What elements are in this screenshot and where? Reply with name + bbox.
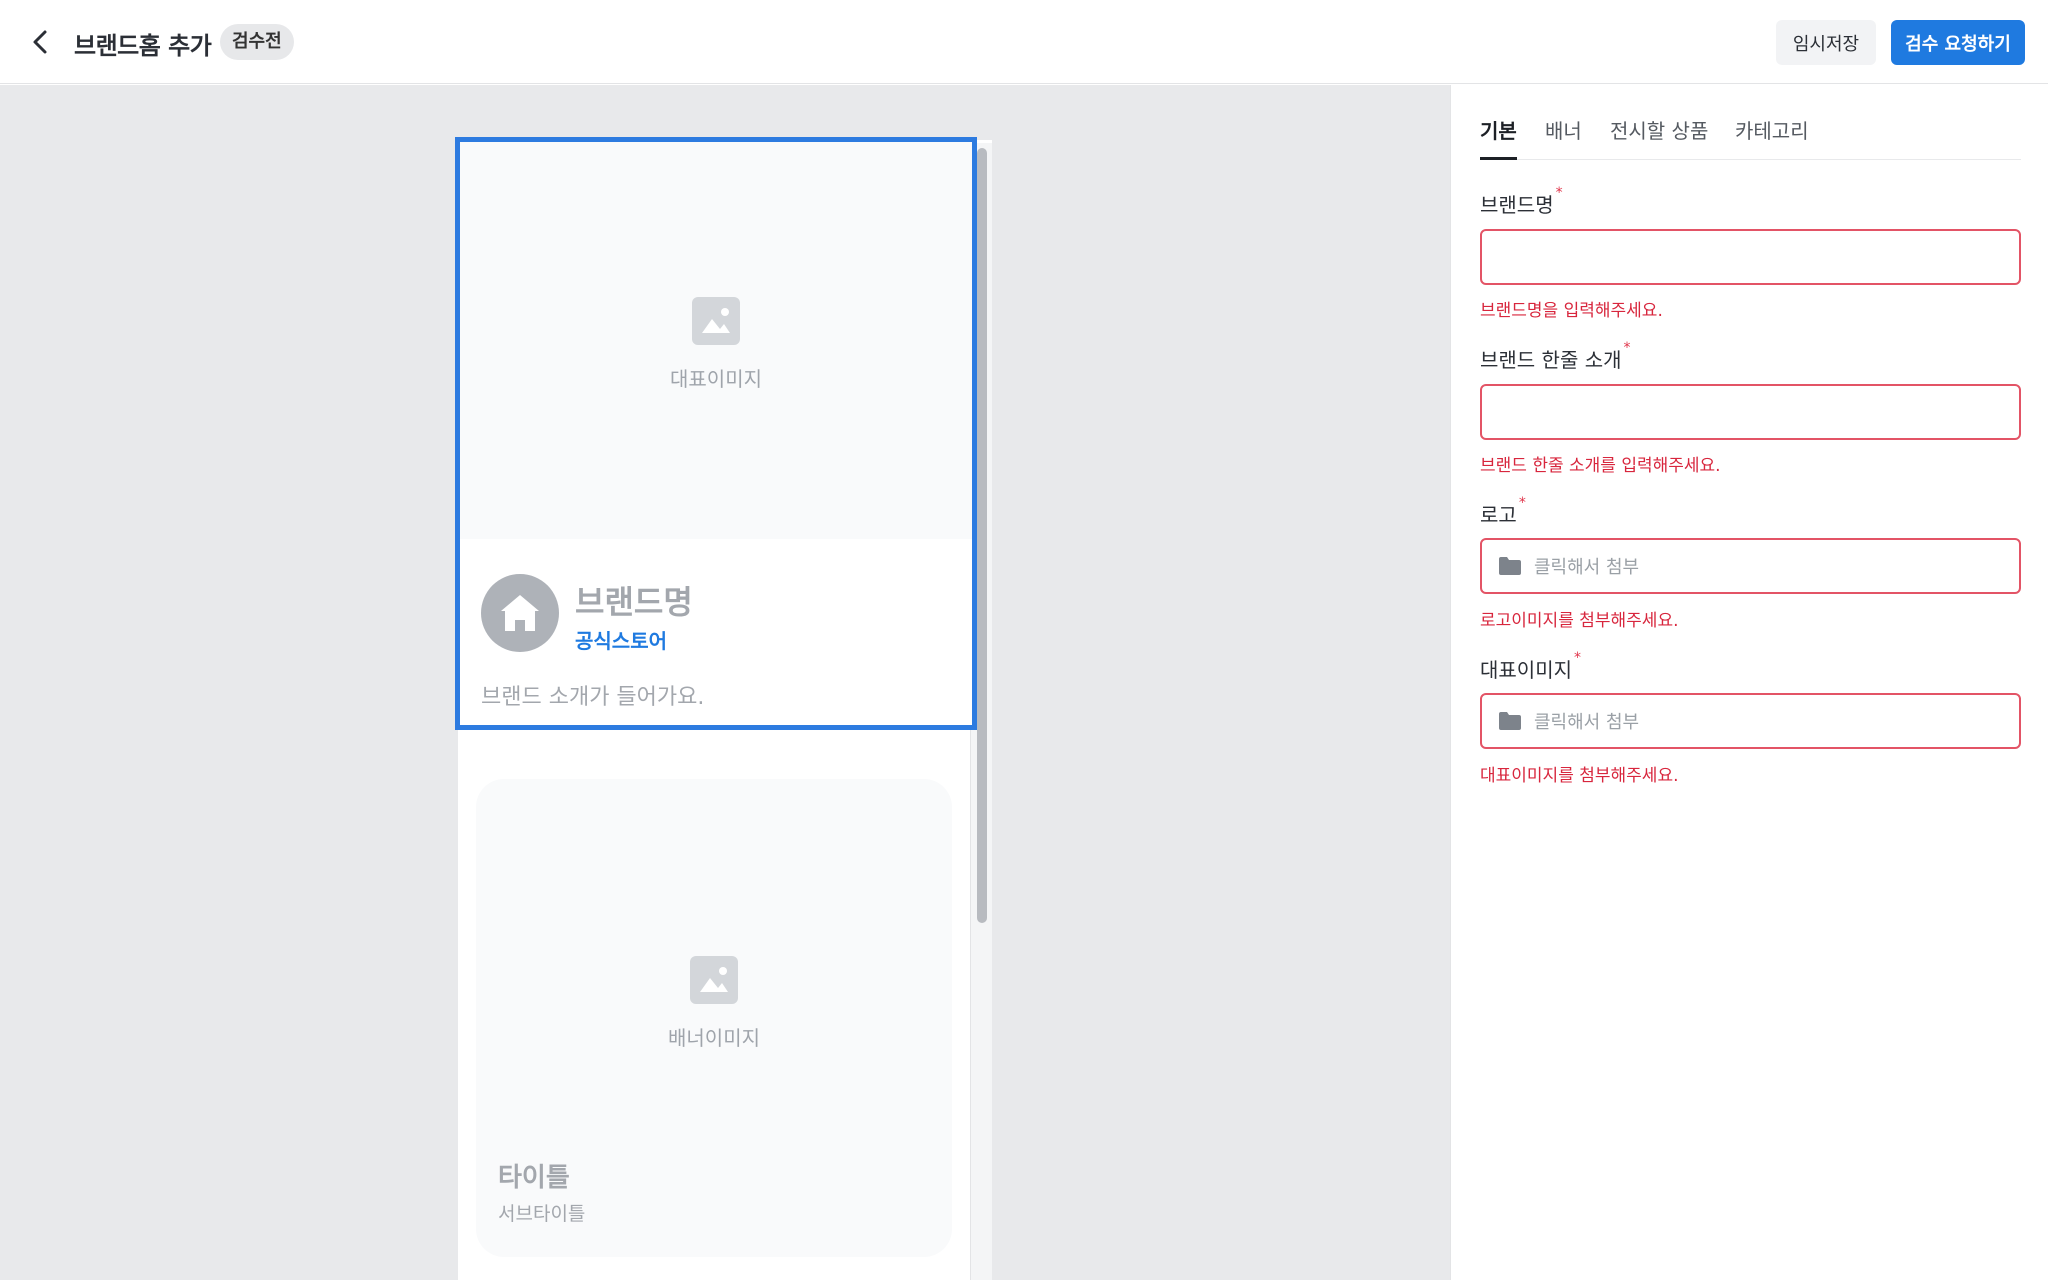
brand-name-preview: 브랜드명 (575, 583, 693, 621)
brand-header-section[interactable]: 대표이미지 브랜드명 공식스토어 브랜드 소개가 들어가요. (455, 137, 977, 730)
banner-image-placeholder: 배너이미지 (654, 956, 774, 1051)
brand-info: 브랜드명 공식스토어 브랜드 소개가 들어가요. (460, 539, 972, 725)
hero-image-upload-placeholder: 클릭해서 첨부 (1534, 712, 1640, 733)
back-button[interactable] (22, 24, 58, 60)
required-mark: * (1623, 340, 1631, 356)
folder-icon (1499, 557, 1521, 575)
hero-image-placeholder-content: 대표이미지 (656, 297, 776, 392)
save-draft-button[interactable]: 임시저장 (1776, 20, 1876, 65)
banner-title: 타이틀 (498, 1163, 570, 1193)
image-icon (690, 956, 738, 1004)
brand-name-label: 브랜드명 * (1480, 185, 1563, 217)
hero-image-placeholder: 대표이미지 (460, 142, 972, 539)
brand-name-error: 브랜드명을 입력해주세요. (1480, 301, 1663, 321)
required-mark: * (1555, 185, 1563, 201)
banner-section[interactable]: 배너이미지 타이틀 서브타이틀 (476, 779, 952, 1257)
official-store-label: 공식스토어 (575, 629, 667, 653)
header: 브랜드홈 추가 검수전 임시저장 검수 요청하기 (0, 0, 2048, 84)
required-mark: * (1574, 650, 1581, 666)
banner-image-label: 배너이미지 (668, 1026, 760, 1050)
brand-intro-preview: 브랜드 소개가 들어가요. (481, 685, 705, 710)
tab-basic[interactable]: 기본 (1480, 115, 1517, 160)
page-title: 브랜드홈 추가 (74, 32, 212, 60)
tab-products[interactable]: 전시할 상품 (1610, 115, 1708, 160)
hero-image-label: 대표이미지 (670, 367, 762, 391)
submit-review-button[interactable]: 검수 요청하기 (1891, 20, 2025, 65)
brand-tagline-error: 브랜드 한줄 소개를 입력해주세요. (1480, 456, 1721, 476)
tab-bar: 기본 배너 전시할 상품 카테고리 (1480, 115, 2021, 160)
preview-scrollbar-thumb[interactable] (977, 148, 987, 923)
logo-error: 로고이미지를 첨부해주세요. (1480, 611, 1679, 631)
hero-image-file-upload[interactable]: 클릭해서 첨부 (1480, 693, 2021, 749)
required-mark: * (1518, 495, 1526, 511)
image-icon (692, 297, 740, 345)
home-icon (501, 595, 539, 631)
brand-tagline-label: 브랜드 한줄 소개 * (1480, 340, 1631, 372)
tab-banner[interactable]: 배너 (1545, 115, 1582, 160)
status-badge: 검수전 (220, 24, 294, 60)
preview-area: 대표이미지 브랜드명 공식스토어 브랜드 소개가 들어가요. 배너이미지 타이틀… (0, 85, 1450, 1280)
logo-file-upload[interactable]: 클릭해서 첨부 (1480, 538, 2021, 594)
brand-name-input[interactable] (1480, 229, 2021, 285)
logo-upload-placeholder: 클릭해서 첨부 (1534, 557, 1640, 578)
hero-image-field-label: 대표이미지 * (1480, 650, 1581, 682)
tab-category[interactable]: 카테고리 (1735, 115, 1809, 160)
hero-image-error: 대표이미지를 첨부해주세요. (1480, 766, 1679, 786)
settings-panel: 기본 배너 전시할 상품 카테고리 브랜드명 * 브랜드명을 입력해주세요. 브랜… (1450, 85, 2048, 1280)
folder-icon (1499, 712, 1521, 730)
logo-label: 로고 * (1480, 495, 1526, 527)
brand-tagline-input[interactable] (1480, 384, 2021, 440)
banner-subtitle: 서브타이틀 (498, 1203, 586, 1225)
brand-logo-avatar (481, 574, 559, 652)
chevron-left-icon (33, 30, 47, 54)
